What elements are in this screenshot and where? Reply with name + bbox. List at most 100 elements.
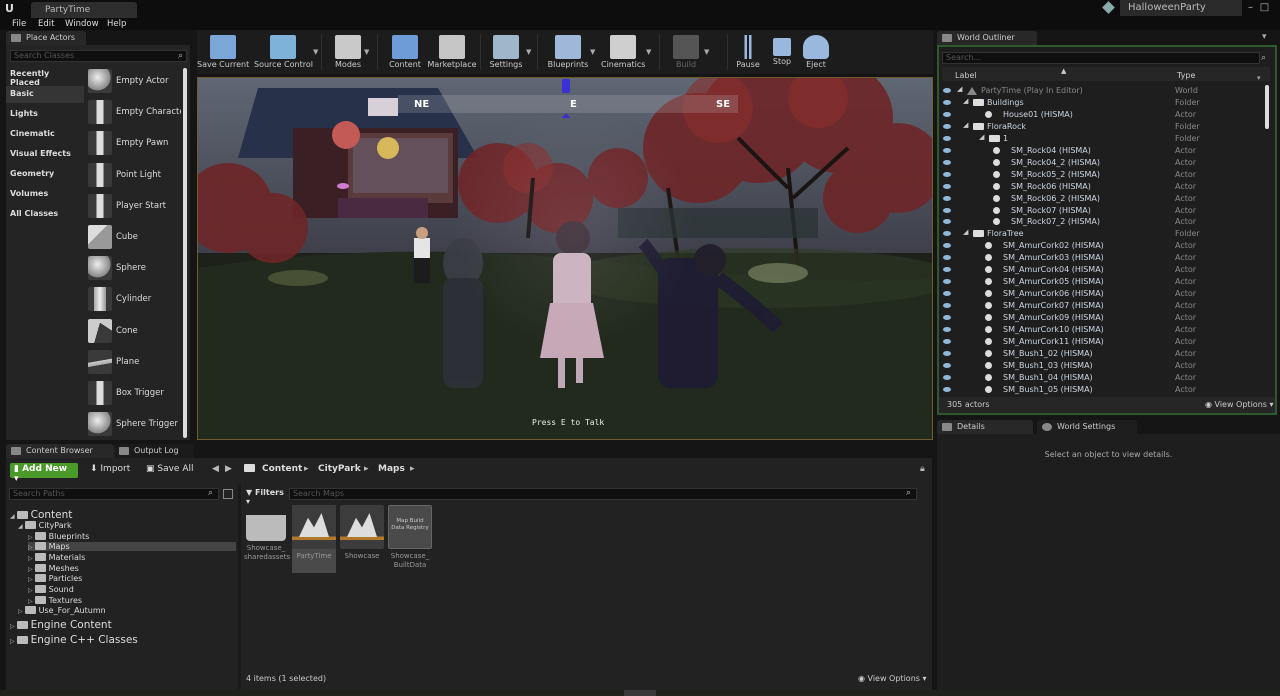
expand-arrow-icon[interactable]: ▷ xyxy=(18,608,23,615)
cb-view-options-button[interactable]: ◉ View Options ▾ xyxy=(858,674,927,683)
toolbar-pause-button[interactable]: Pause xyxy=(735,30,761,74)
expand-arrow-icon[interactable]: ◢ xyxy=(963,121,968,129)
outliner-row[interactable]: SM_Rock04 (HISMA) Actor xyxy=(939,145,1269,157)
toolbar-cinematics-button[interactable]: Cinematics xyxy=(601,30,645,74)
tree-item-maps[interactable]: ▷ Maps xyxy=(28,542,236,551)
outliner-row[interactable]: SM_Rock06 (HISMA) Actor xyxy=(939,181,1269,193)
tree-item-citypark[interactable]: ◢ CityPark xyxy=(18,521,72,530)
actor-item-empty-actor[interactable]: Empty Actor xyxy=(86,67,181,96)
tree-item-engine-c-classes[interactable]: ▷ Engine C++ Classes xyxy=(10,634,138,646)
tab-place-actors[interactable]: Place Actors xyxy=(6,31,86,45)
visibility-eye-icon[interactable] xyxy=(943,111,951,117)
visibility-eye-icon[interactable] xyxy=(943,135,951,141)
column-label[interactable]: Label xyxy=(955,71,977,80)
actor-item-empty-pawn[interactable]: Empty Pawn xyxy=(86,129,181,158)
category-all-classes[interactable]: All Classes xyxy=(6,206,84,223)
category-volumes[interactable]: Volumes xyxy=(6,186,84,203)
outliner-row[interactable]: ◢ Buildings Folder xyxy=(939,97,1269,109)
actor-item-box-trigger[interactable]: Box Trigger xyxy=(86,379,181,408)
toolbar-build-button[interactable]: Build xyxy=(669,30,703,74)
outliner-row[interactable]: House01 (HISMA) Actor xyxy=(939,109,1269,121)
visibility-eye-icon[interactable] xyxy=(943,386,951,392)
outliner-row[interactable]: SM_AmurCork03 (HISMA) Actor xyxy=(939,252,1269,264)
outliner-row[interactable]: SM_Rock07_2 (HISMA) Actor xyxy=(939,216,1269,228)
asset-tile[interactable]: Map Build Data Registry Showcase_ BuiltDa… xyxy=(388,505,432,570)
outliner-row[interactable]: SM_Rock06_2 (HISMA) Actor xyxy=(939,193,1269,205)
outliner-row[interactable]: ◢ PartyTime (Play In Editor) World xyxy=(939,85,1269,97)
tree-item-textures[interactable]: ▷ Textures xyxy=(28,596,82,605)
category-visual-effects[interactable]: Visual Effects xyxy=(6,146,84,163)
level-viewport[interactable]: NE E SE Press E to Talk xyxy=(197,77,933,440)
category-lights[interactable]: Lights xyxy=(6,106,84,123)
toolbar-modes-button[interactable]: Modes xyxy=(333,30,363,74)
import-button[interactable]: ⬇ Import xyxy=(86,463,134,478)
visibility-eye-icon[interactable] xyxy=(943,279,951,285)
expand-arrow-icon[interactable]: ◢ xyxy=(957,85,962,93)
visibility-eye-icon[interactable] xyxy=(943,374,951,380)
visibility-eye-icon[interactable] xyxy=(943,350,951,356)
search-paths-input[interactable]: Search Paths xyxy=(9,488,219,500)
tab-details[interactable]: Details xyxy=(937,420,1033,434)
visibility-eye-icon[interactable] xyxy=(943,231,951,237)
chevron-down-icon[interactable]: ▼ xyxy=(526,48,531,56)
tree-item-content[interactable]: ◢ Content xyxy=(10,509,72,521)
column-type[interactable]: Type xyxy=(1177,71,1195,80)
expand-arrow-icon[interactable]: ◢ xyxy=(10,513,15,520)
toolbar-settings-button[interactable]: Settings xyxy=(487,30,525,74)
visibility-eye-icon[interactable] xyxy=(943,338,951,344)
toolbar-eject-button[interactable]: Eject xyxy=(801,30,831,74)
minimize-icon[interactable]: – xyxy=(1244,0,1257,16)
outliner-row[interactable]: SM_Bush1_05 (HISMA) Actor xyxy=(939,384,1269,395)
panel-menu-icon[interactable]: ▾ xyxy=(1262,32,1267,42)
category-recently-placed[interactable]: Recently Placed xyxy=(6,66,84,87)
expand-arrow-icon[interactable]: ▷ xyxy=(28,598,33,605)
visibility-eye-icon[interactable] xyxy=(943,207,951,213)
chevron-down-icon[interactable]: ▼ xyxy=(704,48,709,56)
actor-item-point-light[interactable]: Point Light xyxy=(86,161,181,190)
search-maps-input[interactable]: Search Maps xyxy=(289,488,917,500)
chevron-down-icon[interactable]: ▾ xyxy=(1257,74,1261,82)
outliner-row[interactable]: SM_Rock07 (HISMA) Actor xyxy=(939,205,1269,217)
outliner-row[interactable]: SM_Rock04_2 (HISMA) Actor xyxy=(939,157,1269,169)
tree-item-particles[interactable]: ▷ Particles xyxy=(28,574,82,583)
visibility-eye-icon[interactable] xyxy=(943,291,951,297)
outliner-row[interactable]: ◢ FloraRock Folder xyxy=(939,121,1269,133)
actor-item-sphere-trigger[interactable]: Sphere Trigger xyxy=(86,410,181,439)
visibility-eye-icon[interactable] xyxy=(943,243,951,249)
outliner-row[interactable]: ◢ 1 Folder xyxy=(939,133,1269,145)
expand-arrow-icon[interactable]: ▷ xyxy=(28,587,33,594)
tab-content-browser[interactable]: Content Browser xyxy=(6,444,114,458)
outliner-row[interactable]: SM_AmurCork04 (HISMA) Actor xyxy=(939,264,1269,276)
chevron-down-icon[interactable]: ▼ xyxy=(646,48,651,56)
asset-tile[interactable]: Showcase xyxy=(340,505,384,561)
category-geometry[interactable]: Geometry xyxy=(6,166,84,183)
outliner-row[interactable]: SM_Bush1_04 (HISMA) Actor xyxy=(939,372,1269,384)
tree-item-meshes[interactable]: ▷ Meshes xyxy=(28,564,79,573)
tree-item-blueprints[interactable]: ▷ Blueprints xyxy=(28,532,89,541)
expand-arrow-icon[interactable]: ▷ xyxy=(10,638,15,645)
view-options-button[interactable]: ◉ View Options ▾ xyxy=(1205,400,1274,409)
expand-arrow-icon[interactable]: ▷ xyxy=(10,623,15,630)
breadcrumb-maps[interactable]: Maps xyxy=(374,463,409,478)
actor-item-cube[interactable]: Cube xyxy=(86,223,181,252)
category-basic[interactable]: Basic xyxy=(6,86,84,103)
tree-item-use-for-autumn[interactable]: ▷ Use_For_Autumn xyxy=(18,606,106,615)
actor-item-empty-characte[interactable]: Empty Characte xyxy=(86,98,181,127)
forward-arrow-icon[interactable]: ▶ xyxy=(221,463,236,478)
outliner-row[interactable]: SM_Bush1_03 (HISMA) Actor xyxy=(939,360,1269,372)
splitter[interactable] xyxy=(238,484,241,689)
visibility-eye-icon[interactable] xyxy=(943,183,951,189)
expand-arrow-icon[interactable]: ▷ xyxy=(28,566,33,573)
toolbar-source-control-button[interactable]: Source Control xyxy=(254,30,313,74)
actor-item-player-start[interactable]: Player Start xyxy=(86,192,181,221)
expand-arrow-icon[interactable]: ◢ xyxy=(963,228,968,236)
visibility-eye-icon[interactable] xyxy=(943,255,951,261)
outliner-row[interactable]: SM_AmurCork11 (HISMA) Actor xyxy=(939,336,1269,348)
visibility-eye-icon[interactable] xyxy=(943,99,951,105)
actor-item-plane[interactable]: Plane xyxy=(86,348,181,377)
menu-file[interactable]: File xyxy=(12,19,26,29)
outliner-row[interactable]: SM_AmurCork09 (HISMA) Actor xyxy=(939,312,1269,324)
breadcrumb-citypark[interactable]: CityPark xyxy=(314,463,365,478)
visibility-eye-icon[interactable] xyxy=(943,315,951,321)
actor-item-cone[interactable]: Cone xyxy=(86,317,181,346)
